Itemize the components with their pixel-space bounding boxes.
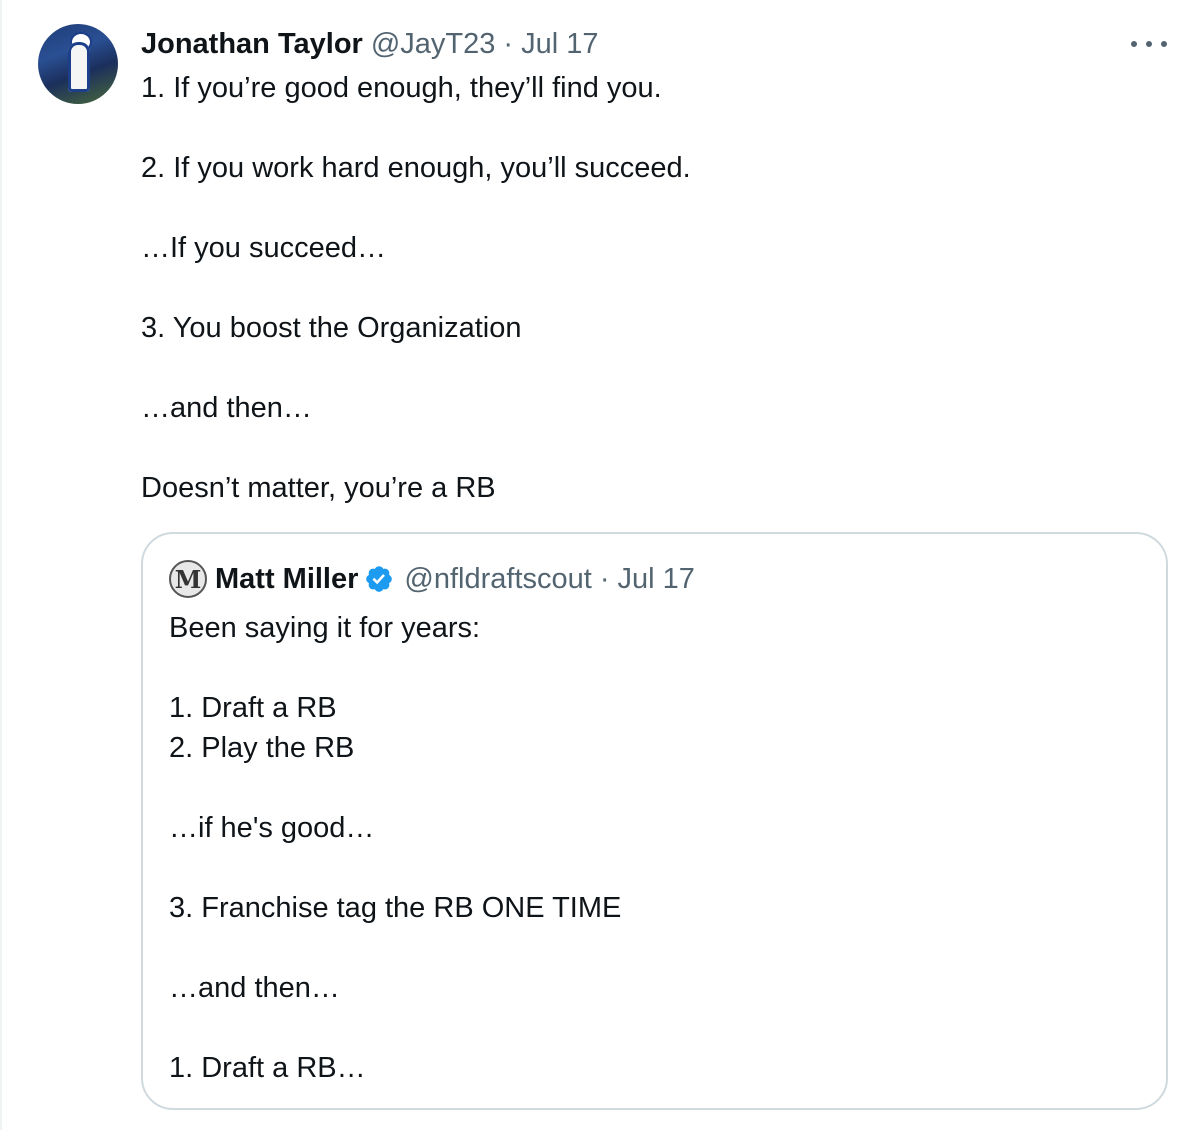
- author-handle[interactable]: @JayT23: [371, 28, 496, 61]
- quote-header-separator: ·: [599, 562, 610, 595]
- author-name[interactable]: Jonathan Taylor: [141, 28, 363, 61]
- avatar-figure: [68, 42, 90, 92]
- post-header: Jonathan Taylor @JayT23 · Jul 17: [141, 26, 598, 62]
- quote-header: M Matt Miller @nfldraftscout · Jul 17: [169, 560, 695, 598]
- quote-date[interactable]: Jul 17: [618, 563, 695, 596]
- more-icon[interactable]: [1131, 35, 1167, 53]
- tweet-container[interactable]: Jonathan Taylor @JayT23 · Jul 17 1. If y…: [0, 0, 1196, 1130]
- post-text: 1. If you’re good enough, they’ll find y…: [141, 72, 691, 504]
- more-dot: [1161, 41, 1167, 47]
- post-date[interactable]: Jul 17: [521, 28, 598, 61]
- quote-author-avatar[interactable]: M: [169, 560, 207, 598]
- verified-badge-icon: [366, 566, 393, 592]
- quote-author-handle[interactable]: @nfldraftscout: [404, 563, 591, 596]
- author-avatar[interactable]: [38, 24, 118, 104]
- quote-author-name[interactable]: Matt Miller: [215, 563, 358, 596]
- more-dot: [1146, 41, 1152, 47]
- more-dot: [1131, 41, 1137, 47]
- quote-text: Been saying it for years: 1. Draft a RB …: [169, 612, 622, 1084]
- quoted-tweet[interactable]: M Matt Miller @nfldraftscout · Jul 17 Be…: [141, 532, 1168, 1110]
- header-separator: ·: [503, 27, 514, 60]
